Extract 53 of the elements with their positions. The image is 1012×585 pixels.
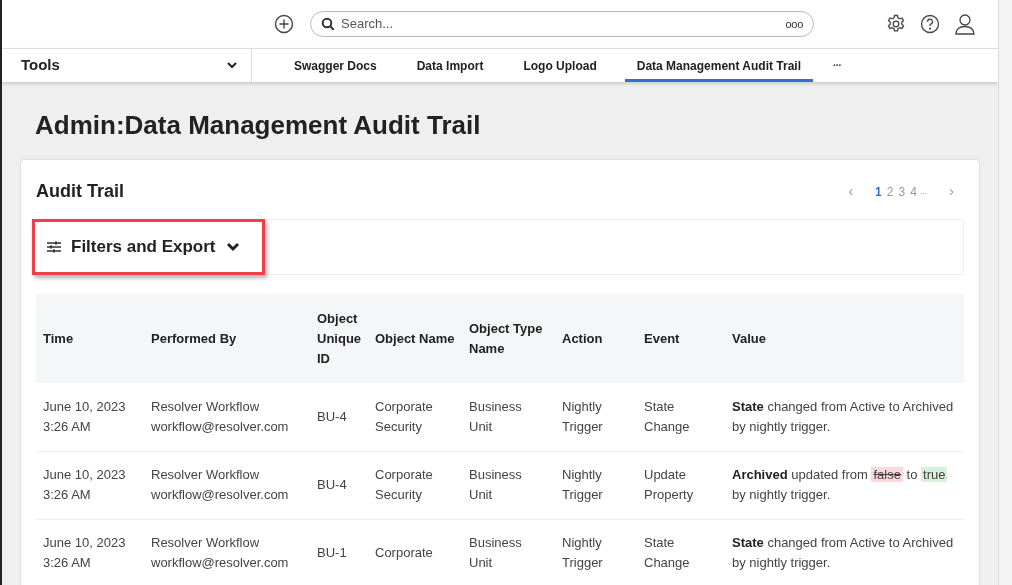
- action-cell-text: Nightly Trigger: [562, 534, 604, 572]
- user-icon[interactable]: [954, 13, 976, 35]
- id-cell-text: BU-4: [317, 407, 348, 426]
- event-cell-text: Update Property: [644, 466, 695, 504]
- column-header: Value: [732, 330, 766, 346]
- add-icon[interactable]: [274, 14, 294, 34]
- column-header: Event: [644, 330, 680, 346]
- chevron-down-icon: [225, 242, 240, 252]
- time-cell-text: June 10, 2023 3:26 AM: [43, 397, 127, 436]
- scrollbar[interactable]: [998, 0, 1012, 585]
- time-cell-text: June 10, 2023 3:26 AM: [43, 534, 127, 572]
- chevron-down-icon: [227, 62, 237, 69]
- time-cell-text: June 10, 2023 3:26 AM: [43, 466, 127, 504]
- object-type-cell-text: Business Unit: [469, 397, 523, 436]
- nav-tab[interactable]: Data Import: [404, 49, 496, 82]
- id-cell-text: BU-4: [317, 476, 348, 494]
- sliders-icon: [47, 241, 61, 253]
- help-icon[interactable]: [920, 14, 940, 34]
- ellipsis-text: ...: [919, 184, 928, 198]
- column-header: Performed By: [151, 330, 237, 346]
- column-header: Action: [562, 330, 603, 346]
- tools-dropdown[interactable]: Tools: [2, 49, 252, 82]
- id-cell-text: BU-1: [317, 544, 348, 562]
- page-link[interactable]: 1: [875, 182, 882, 201]
- search-icon: [321, 17, 335, 31]
- action-cell-text: Nightly Trigger: [562, 466, 604, 504]
- nav-tab[interactable]: Swagger Docs: [282, 49, 389, 82]
- event-cell-text: State Change: [644, 534, 691, 572]
- value-cell-text: Archived updated from false to true by nightly trigger.: [732, 466, 949, 504]
- filters-and-export-button[interactable]: Filters and Export: [32, 219, 265, 275]
- page-title: Admin:Data Management Audit Trail: [34, 109, 482, 142]
- settings-icon[interactable]: [886, 14, 906, 34]
- object-name-cell-text: Corporate Security: [375, 397, 434, 436]
- column-header: Time: [43, 330, 74, 346]
- column-header: Object Type Name: [469, 320, 543, 356]
- value-cell-text: State changed from Active to Archived by nightly trigger.: [732, 397, 955, 436]
- more-tabs-button[interactable]: ...: [832, 49, 842, 82]
- object-type-cell-text: Business Unit: [469, 466, 523, 504]
- performed-by-cell-text: Resolver Workflow workflow@resolver.com: [151, 466, 290, 504]
- value-cell-text: State changed from Active to Archived by nightly trigger.: [732, 534, 955, 572]
- performed-by-cell-text: Resolver Workflow workflow@resolver.com: [151, 534, 290, 572]
- event-cell-text: State Change: [644, 397, 691, 436]
- action-cell-text: Nightly Trigger: [562, 397, 604, 436]
- column-header: Object Name: [375, 330, 455, 346]
- nav-tab[interactable]: Data Management Audit Trail: [624, 49, 813, 82]
- options-text[interactable]: ooo: [785, 15, 803, 33]
- card-title: Audit Trail: [36, 180, 124, 203]
- performed-by-cell-text: Resolver Workflow workflow@resolver.com: [151, 397, 290, 436]
- object-type-cell-text: Business Unit: [469, 534, 523, 572]
- column-header: Object Unique ID: [317, 310, 362, 366]
- object-name-cell-text: Corporate Security: [375, 466, 434, 504]
- object-name-cell-text: Corporate: [375, 544, 434, 562]
- nav-tab[interactable]: Logo Upload: [511, 49, 609, 82]
